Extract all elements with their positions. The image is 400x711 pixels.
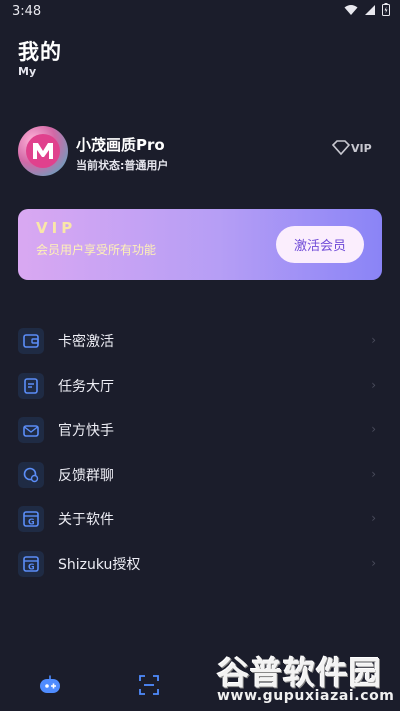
menu-item-label: Shizuku授权 [58,556,141,573]
chevron-right-icon: › [371,511,376,525]
chat-icon [18,461,44,488]
mail-icon [18,417,44,444]
g-app-icon: G [18,506,44,533]
menu-item-official-kuaishou[interactable]: 官方快手 › [18,408,382,453]
chevron-right-icon: › [371,377,376,392]
menu-item-label: 官方快手 [58,423,114,440]
profile-name: 小茂画质Pro [76,136,165,154]
svg-text:G: G [28,562,35,571]
chevron-right-icon: › [371,555,376,570]
avatar[interactable] [18,126,68,176]
vip-card-title: VIP [36,219,77,237]
status-time: 3:48 [12,4,42,19]
activate-vip-button[interactable]: 激活会员 [276,226,364,263]
battery-icon [382,3,390,16]
diamond-icon [331,140,351,156]
menu-item-label: 卡密激活 [58,334,114,351]
page-title: 我的 [18,40,62,64]
status-icons [344,3,390,16]
page-subtitle: My [18,65,37,78]
menu-list: 卡密激活 › 任务大厅 › 官方快手 › 反馈群聊 › G 关于软件 › G S… [18,319,382,586]
g-app-icon: G [18,550,44,577]
status-bar: 3:48 [0,0,400,24]
nav-home-robot-icon[interactable] [39,675,61,699]
menu-item-label: 关于软件 [58,512,114,529]
svg-text:G: G [28,518,35,527]
menu-item-task-hall[interactable]: 任务大厅 › [18,364,382,409]
chevron-right-icon: › [371,422,376,436]
wallet-icon [18,328,44,355]
menu-item-shizuku[interactable]: G Shizuku授权 › [18,542,382,587]
signal-icon [365,4,375,15]
menu-item-card-activation[interactable]: 卡密激活 › [18,319,382,364]
menu-item-label: 任务大厅 [58,378,114,395]
chevron-right-icon: › [371,333,376,347]
profile-status: 当前状态:普通用户 [76,159,169,172]
profile-section[interactable]: 小茂画质Pro 当前状态:普通用户 VIP [18,126,382,178]
chevron-right-icon: › [371,466,376,481]
nav-scan-icon[interactable] [139,675,159,699]
vip-card: VIP 会员用户享受所有功能 激活会员 [18,209,382,280]
app-logo-icon [26,134,60,168]
menu-item-label: 反馈群聊 [58,467,114,484]
edit-icon [18,372,44,399]
watermark: 谷普软件园 www.gupuxiazai.com [217,648,397,710]
menu-item-feedback-group[interactable]: 反馈群聊 › [18,453,382,498]
menu-item-about[interactable]: G 关于软件 › [18,497,382,542]
vip-card-description: 会员用户享受所有功能 [36,243,157,257]
wifi-icon [344,4,358,15]
vip-badge-label: VIP [351,142,372,155]
watermark-url: www.gupuxiazai.com [217,688,395,704]
vip-badge: VIP [331,140,378,160]
